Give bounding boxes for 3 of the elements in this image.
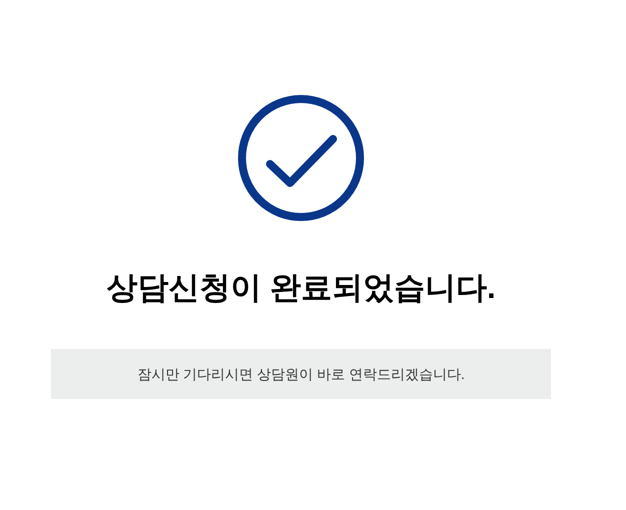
check-circle-icon [237, 94, 365, 222]
completion-title: 상담신청이 완료되었습니다. [106, 272, 496, 303]
message-text: 잠시만 기다리시면 상담원이 바로 연락드리겠습니다. [137, 364, 465, 384]
